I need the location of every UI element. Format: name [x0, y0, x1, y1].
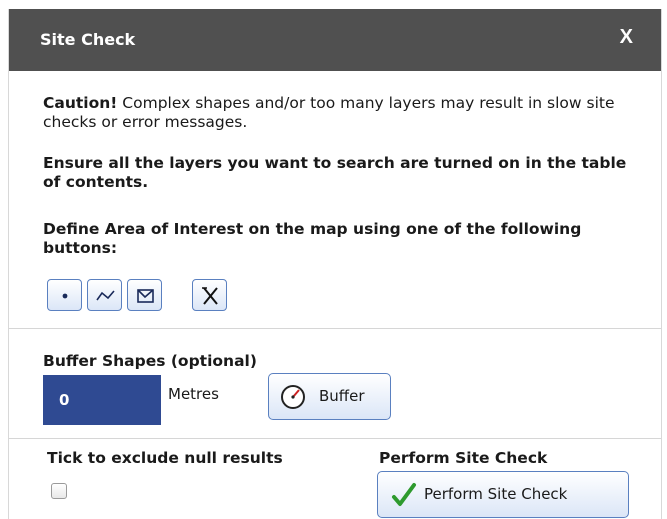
exclude-null-label: Tick to exclude null results [47, 449, 283, 467]
perform-site-check-label: Perform Site Check [379, 449, 548, 467]
buffer-button-label: Buffer [319, 387, 365, 405]
caution-text: Complex shapes and/or too many layers ma… [43, 94, 615, 131]
section-divider-2 [9, 438, 661, 439]
buffer-shapes-label: Buffer Shapes (optional) [43, 352, 257, 370]
dialog-title: Site Check [40, 30, 136, 49]
buffer-button[interactable]: Buffer [268, 373, 391, 420]
gauge-icon [281, 385, 305, 409]
polyline-icon [96, 290, 115, 301]
caution-prefix: Caution! [43, 94, 118, 112]
section-divider [9, 328, 661, 329]
caution-message: Caution! Complex shapes and/or too many … [43, 94, 633, 132]
ensure-layers-text: Ensure all the layers you want to search… [43, 154, 627, 191]
perform-button-label: Perform Site Check [424, 485, 568, 503]
buffer-distance-input[interactable] [43, 375, 161, 425]
polygon-tool-button[interactable] [127, 279, 162, 311]
perform-site-check-button[interactable]: Perform Site Check [377, 471, 629, 518]
point-tool-button[interactable] [47, 279, 82, 311]
site-check-dialog: Site Check X Caution! Complex shapes and… [8, 9, 662, 519]
polyline-tool-button[interactable] [87, 279, 122, 311]
checkmark-icon [392, 483, 416, 506]
buffer-unit-label: Metres [168, 385, 219, 403]
clear-tool-button[interactable] [192, 279, 227, 311]
exclude-null-checkbox[interactable] [51, 483, 67, 499]
clear-x-icon [202, 287, 218, 305]
close-button[interactable]: X [620, 26, 633, 49]
dialog-titlebar: Site Check X [9, 9, 661, 71]
polygon-icon [137, 289, 154, 303]
define-aoi-text: Define Area of Interest on the map using… [43, 220, 582, 257]
point-icon [62, 293, 68, 299]
